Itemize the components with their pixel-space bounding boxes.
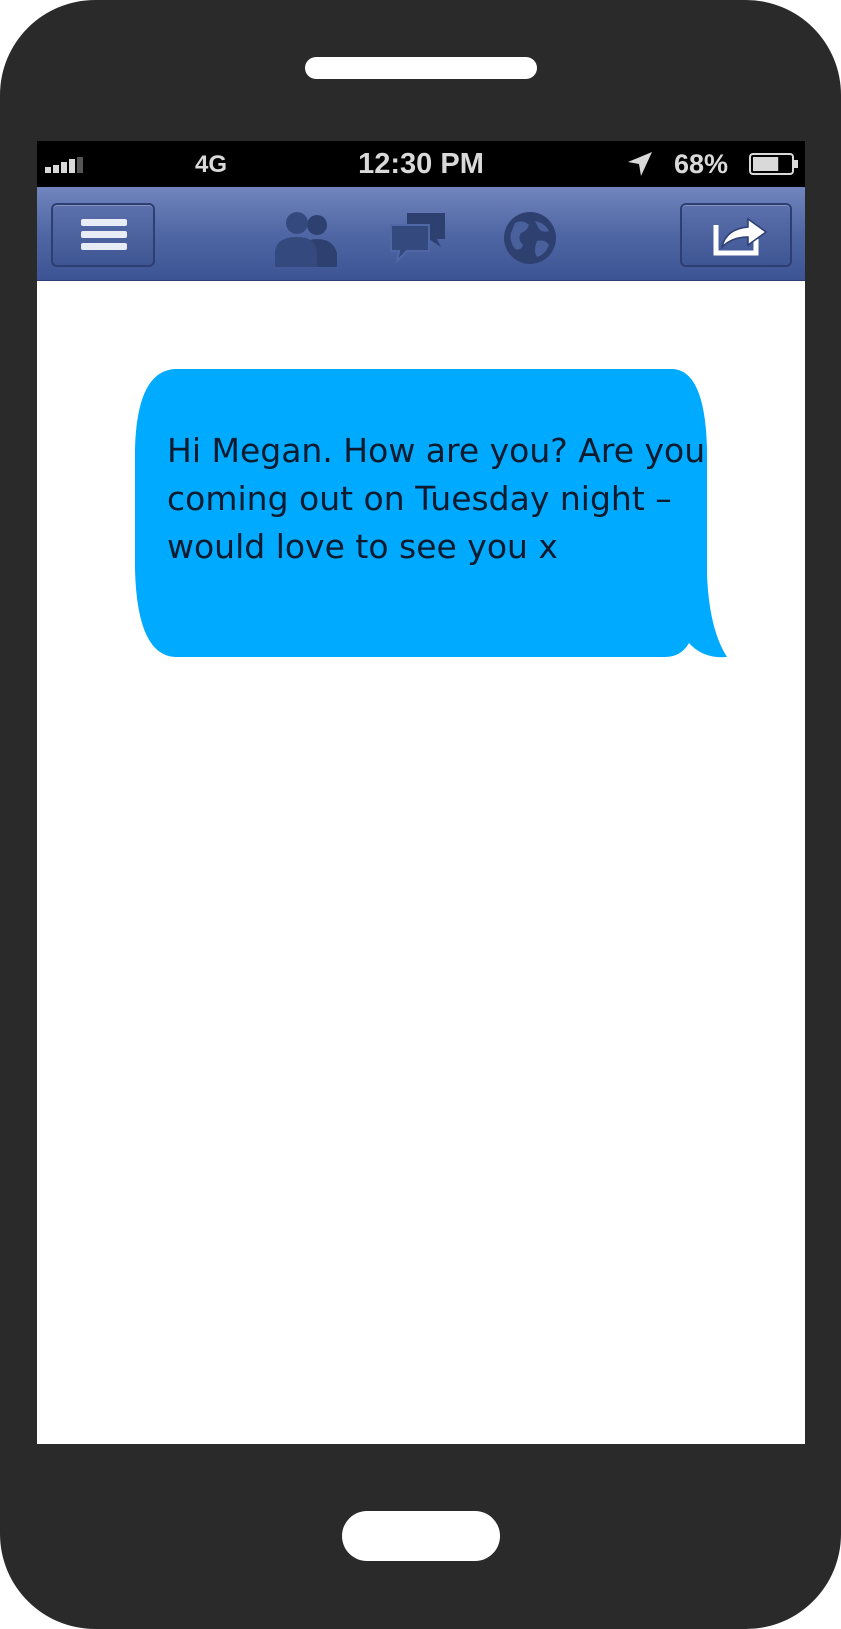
battery-percent: 68% xyxy=(674,149,729,179)
navigation-bar xyxy=(37,187,805,281)
status-bar: 4G 12:30 PM 68% xyxy=(37,141,805,187)
messages-icon[interactable] xyxy=(389,211,447,263)
screen: 4G 12:30 PM 68% Hi Megan. How are you? A… xyxy=(37,141,805,1444)
globe-icon[interactable] xyxy=(503,211,557,265)
menu-button[interactable] xyxy=(51,203,155,267)
message-bubble: Hi Megan. How are you? Are you coming ou… xyxy=(135,369,755,669)
speaker-grille xyxy=(305,57,537,79)
battery-icon xyxy=(749,153,798,175)
phone-frame: 4G 12:30 PM 68% Hi Megan. How are you? A… xyxy=(0,0,841,1629)
share-button[interactable] xyxy=(680,203,792,267)
location-arrow-icon xyxy=(628,152,652,176)
menu-icon xyxy=(81,219,127,250)
friends-icon[interactable] xyxy=(275,211,339,267)
share-icon xyxy=(713,217,768,256)
home-button[interactable] xyxy=(342,1511,500,1561)
message-text: Hi Megan. How are you? Are you coming ou… xyxy=(167,431,706,566)
